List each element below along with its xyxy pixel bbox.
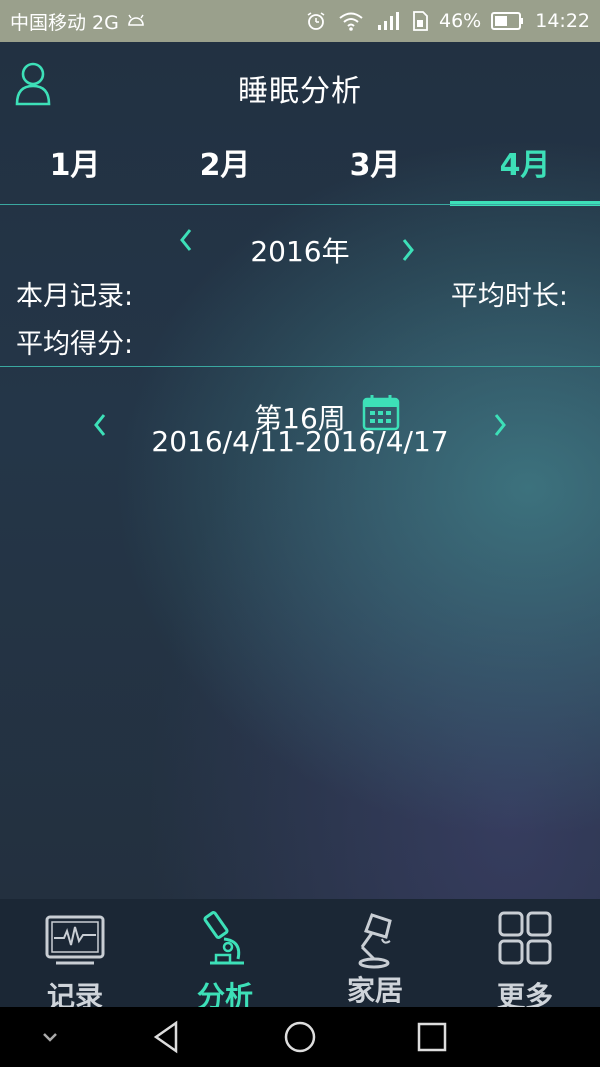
battery-icon <box>491 12 524 30</box>
title-bar: 睡眠分析 <box>0 42 600 134</box>
sim-icon <box>413 11 428 31</box>
collapse-chevron-icon[interactable] <box>32 1019 68 1055</box>
wifi-icon <box>339 12 363 31</box>
battery-percent: 46% <box>439 10 482 32</box>
home-icon[interactable] <box>282 1019 318 1055</box>
system-navigation-bar <box>0 1007 600 1067</box>
next-year-chevron-icon[interactable] <box>394 232 422 268</box>
tab-month-4[interactable]: 4月 <box>450 134 600 206</box>
avg-duration-label: 平均时长: <box>450 281 568 312</box>
nav-item-more[interactable]: 更多 <box>450 899 600 1013</box>
month-tabs: 1月 2月 3月 4月 <box>0 134 600 206</box>
carrier-text: 中国移动 2G <box>10 11 119 34</box>
monitor-icon <box>45 915 105 965</box>
nav-label-home: 家居 <box>346 974 403 1007</box>
android-icon <box>128 14 144 26</box>
app-content: 睡眠分析 1月 2月 3月 4月 2016年 本月记录: 平均时长: 平均得分:… <box>0 42 600 899</box>
avg-score-label: 平均得分: <box>16 329 134 360</box>
tabs-divider <box>0 204 600 205</box>
year-label: 2016年 <box>250 235 350 268</box>
recent-apps-icon[interactable] <box>414 1019 450 1055</box>
week-selector: 第16周 2016/4/11-2016/4/17 <box>0 387 600 477</box>
page-title: 睡眠分析 <box>238 74 362 109</box>
signal-icon <box>378 12 399 30</box>
nav-item-record[interactable]: 记录 <box>0 899 150 1013</box>
grid-icon <box>498 911 552 965</box>
tab-month-2[interactable]: 2月 <box>150 134 300 206</box>
back-icon[interactable] <box>150 1019 186 1055</box>
month-records-label: 本月记录: <box>16 281 134 312</box>
lamp-icon <box>358 913 392 969</box>
tab-month-1[interactable]: 1月 <box>0 134 150 206</box>
stats-divider <box>0 366 600 367</box>
nav-item-analysis[interactable]: 分析 <box>150 899 300 1013</box>
status-bar: 中国移动 2G 46% 14:22 <box>0 0 600 42</box>
year-selector: 2016年 <box>0 222 600 272</box>
tab-month-3[interactable]: 3月 <box>300 134 450 206</box>
nav-item-home[interactable]: 家居 <box>300 899 450 1007</box>
clock-time: 14:22 <box>535 10 590 32</box>
microscope-icon <box>203 911 244 965</box>
bottom-navigation: 记录 分析 家居 更多 <box>0 899 600 1013</box>
next-week-chevron-icon[interactable] <box>486 407 514 443</box>
alarm-icon <box>307 12 325 30</box>
